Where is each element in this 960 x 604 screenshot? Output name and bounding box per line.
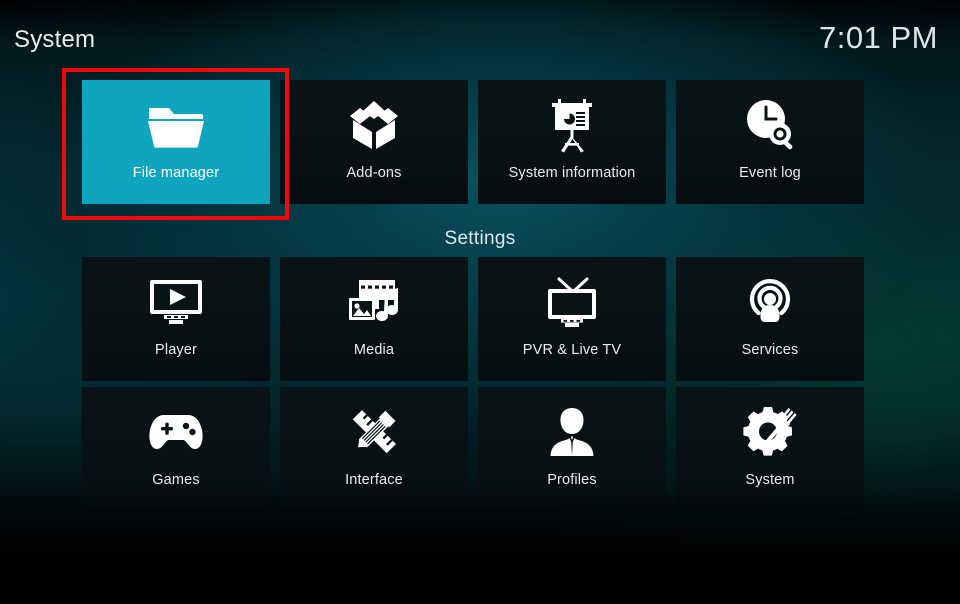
settings-tile-row-2: Games Interface Profiles System: [0, 387, 960, 511]
tile-label: File manager: [132, 165, 220, 181]
tile-pvr-live-tv[interactable]: PVR & Live TV: [478, 257, 666, 381]
tile-label: System: [745, 472, 795, 488]
tile-label: Profiles: [547, 472, 597, 488]
tile-label: Event log: [739, 165, 801, 181]
tile-label: Services: [741, 342, 799, 358]
tile-system-information[interactable]: System information: [478, 80, 666, 204]
page-title: System: [14, 26, 96, 53]
open-box-icon: [343, 94, 405, 156]
tile-label: Add-ons: [346, 165, 402, 181]
tile-interface[interactable]: Interface: [280, 387, 468, 511]
gears-wrench-icon: [739, 401, 801, 463]
film-photo-music-icon: [343, 271, 405, 333]
top-bar: System 7:01 PM: [0, 0, 960, 66]
clock-search-icon: [739, 94, 801, 156]
tile-services[interactable]: Services: [676, 257, 864, 381]
pencil-ruler-icon: [343, 401, 405, 463]
broadcast-person-icon: [739, 271, 801, 333]
tile-add-ons[interactable]: Add-ons: [280, 80, 468, 204]
clock: 7:01 PM: [819, 20, 938, 55]
tile-media[interactable]: Media: [280, 257, 468, 381]
tile-label: Games: [152, 472, 200, 488]
tile-event-log[interactable]: Event log: [676, 80, 864, 204]
top-tile-row: File manager Add-ons System information …: [0, 80, 960, 204]
tile-label: Interface: [345, 472, 403, 488]
tile-games[interactable]: Games: [82, 387, 270, 511]
tile-label: Player: [155, 342, 197, 358]
settings-tile-row-1: Player Media PVR & Live TV Services: [0, 257, 960, 381]
monitor-play-icon: [145, 271, 207, 333]
tile-system[interactable]: System: [676, 387, 864, 511]
tv-antenna-icon: [541, 271, 603, 333]
settings-section-label: Settings: [444, 228, 516, 249]
tile-label: PVR & Live TV: [522, 342, 622, 358]
gamepad-icon: [145, 401, 207, 463]
person-bust-icon: [541, 401, 603, 463]
folder-icon: [145, 94, 207, 156]
tile-label: System information: [508, 165, 636, 181]
tile-file-manager[interactable]: File manager: [82, 80, 270, 204]
kodi-system-screen: System 7:01 PM File manager Add-ons Syst…: [0, 0, 960, 604]
tile-player[interactable]: Player: [82, 257, 270, 381]
tile-profiles[interactable]: Profiles: [478, 387, 666, 511]
tile-label: Media: [353, 342, 395, 358]
presentation-chart-icon: [541, 94, 603, 156]
